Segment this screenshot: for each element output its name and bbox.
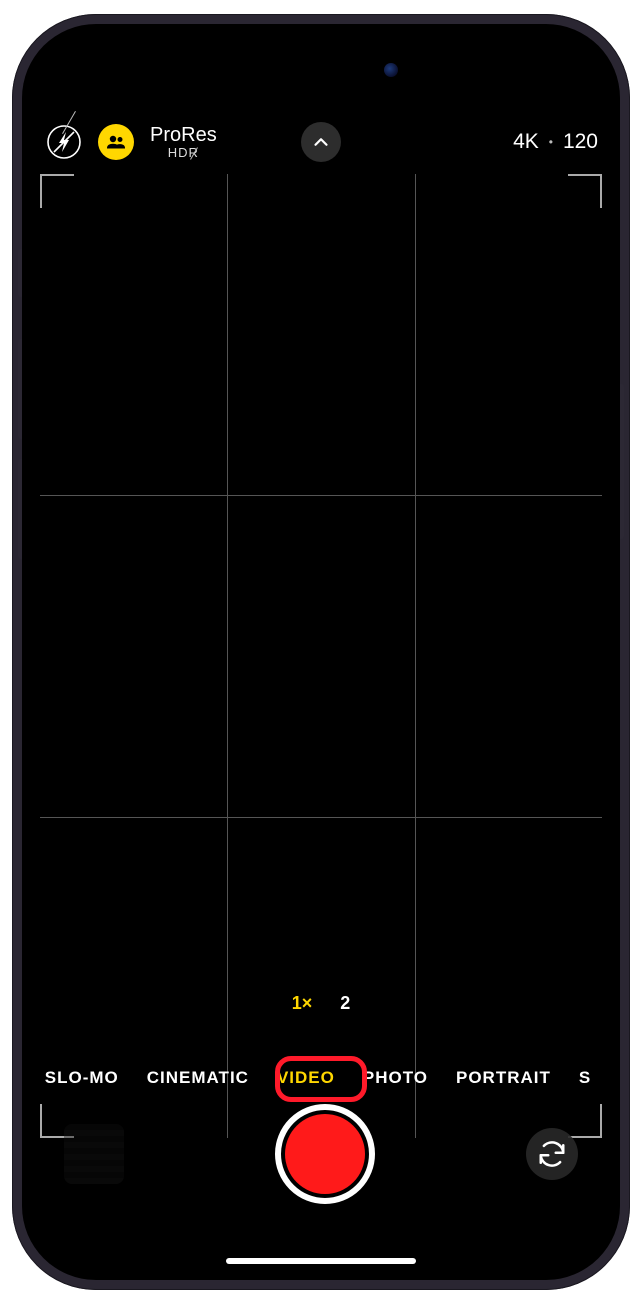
home-indicator[interactable] — [226, 1258, 416, 1264]
zoom-2x[interactable]: 2 — [340, 993, 350, 1014]
prores-toggle[interactable]: ProRes HDR — [150, 125, 217, 160]
screen: ProRes HDR 4K • 120 — [22, 24, 620, 1280]
camera-flip-icon[interactable] — [526, 1128, 578, 1180]
group-icon[interactable] — [98, 124, 134, 160]
shutter-inner — [285, 1114, 365, 1194]
phone-frame: ProRes HDR 4K • 120 — [12, 14, 630, 1290]
mode-photo[interactable]: PHOTO — [363, 1068, 428, 1088]
mode-selector[interactable]: SLO-MO CINEMATIC VIDEO PHOTO PORTRAIT S — [22, 1068, 620, 1088]
grid-line — [40, 817, 602, 818]
mode-video[interactable]: VIDEO — [277, 1068, 335, 1088]
mode-more[interactable]: S — [579, 1068, 591, 1088]
grid-line — [227, 174, 228, 1138]
grid-line — [40, 495, 602, 496]
fps-label: 120 — [563, 130, 598, 154]
grid-line — [415, 174, 416, 1138]
chevron-up-icon[interactable] — [301, 122, 341, 162]
last-capture-thumbnail[interactable] — [64, 1124, 124, 1184]
shutter-button[interactable] — [275, 1104, 375, 1204]
frame-corner — [568, 174, 602, 208]
resolution-label: 4K — [513, 130, 539, 154]
front-camera-lens — [384, 63, 398, 77]
mode-portrait[interactable]: PORTRAIT — [456, 1068, 551, 1088]
mode-slomo[interactable]: SLO-MO — [45, 1068, 119, 1088]
format-indicator[interactable]: 4K • 120 — [513, 130, 598, 154]
top-control-row: ProRes HDR 4K • 120 — [22, 112, 620, 172]
top-center — [301, 112, 341, 172]
separator-dot: • — [549, 135, 553, 149]
bottom-control-row — [22, 1094, 620, 1214]
prores-label: ProRes — [150, 125, 217, 146]
hdr-label: HDR — [168, 146, 199, 160]
zoom-1x[interactable]: 1× — [292, 993, 313, 1014]
mode-cinematic[interactable]: CINEMATIC — [147, 1068, 249, 1088]
frame-corner — [40, 174, 74, 208]
dynamic-island — [232, 48, 410, 92]
zoom-selector[interactable]: 1× 2 — [292, 993, 351, 1014]
